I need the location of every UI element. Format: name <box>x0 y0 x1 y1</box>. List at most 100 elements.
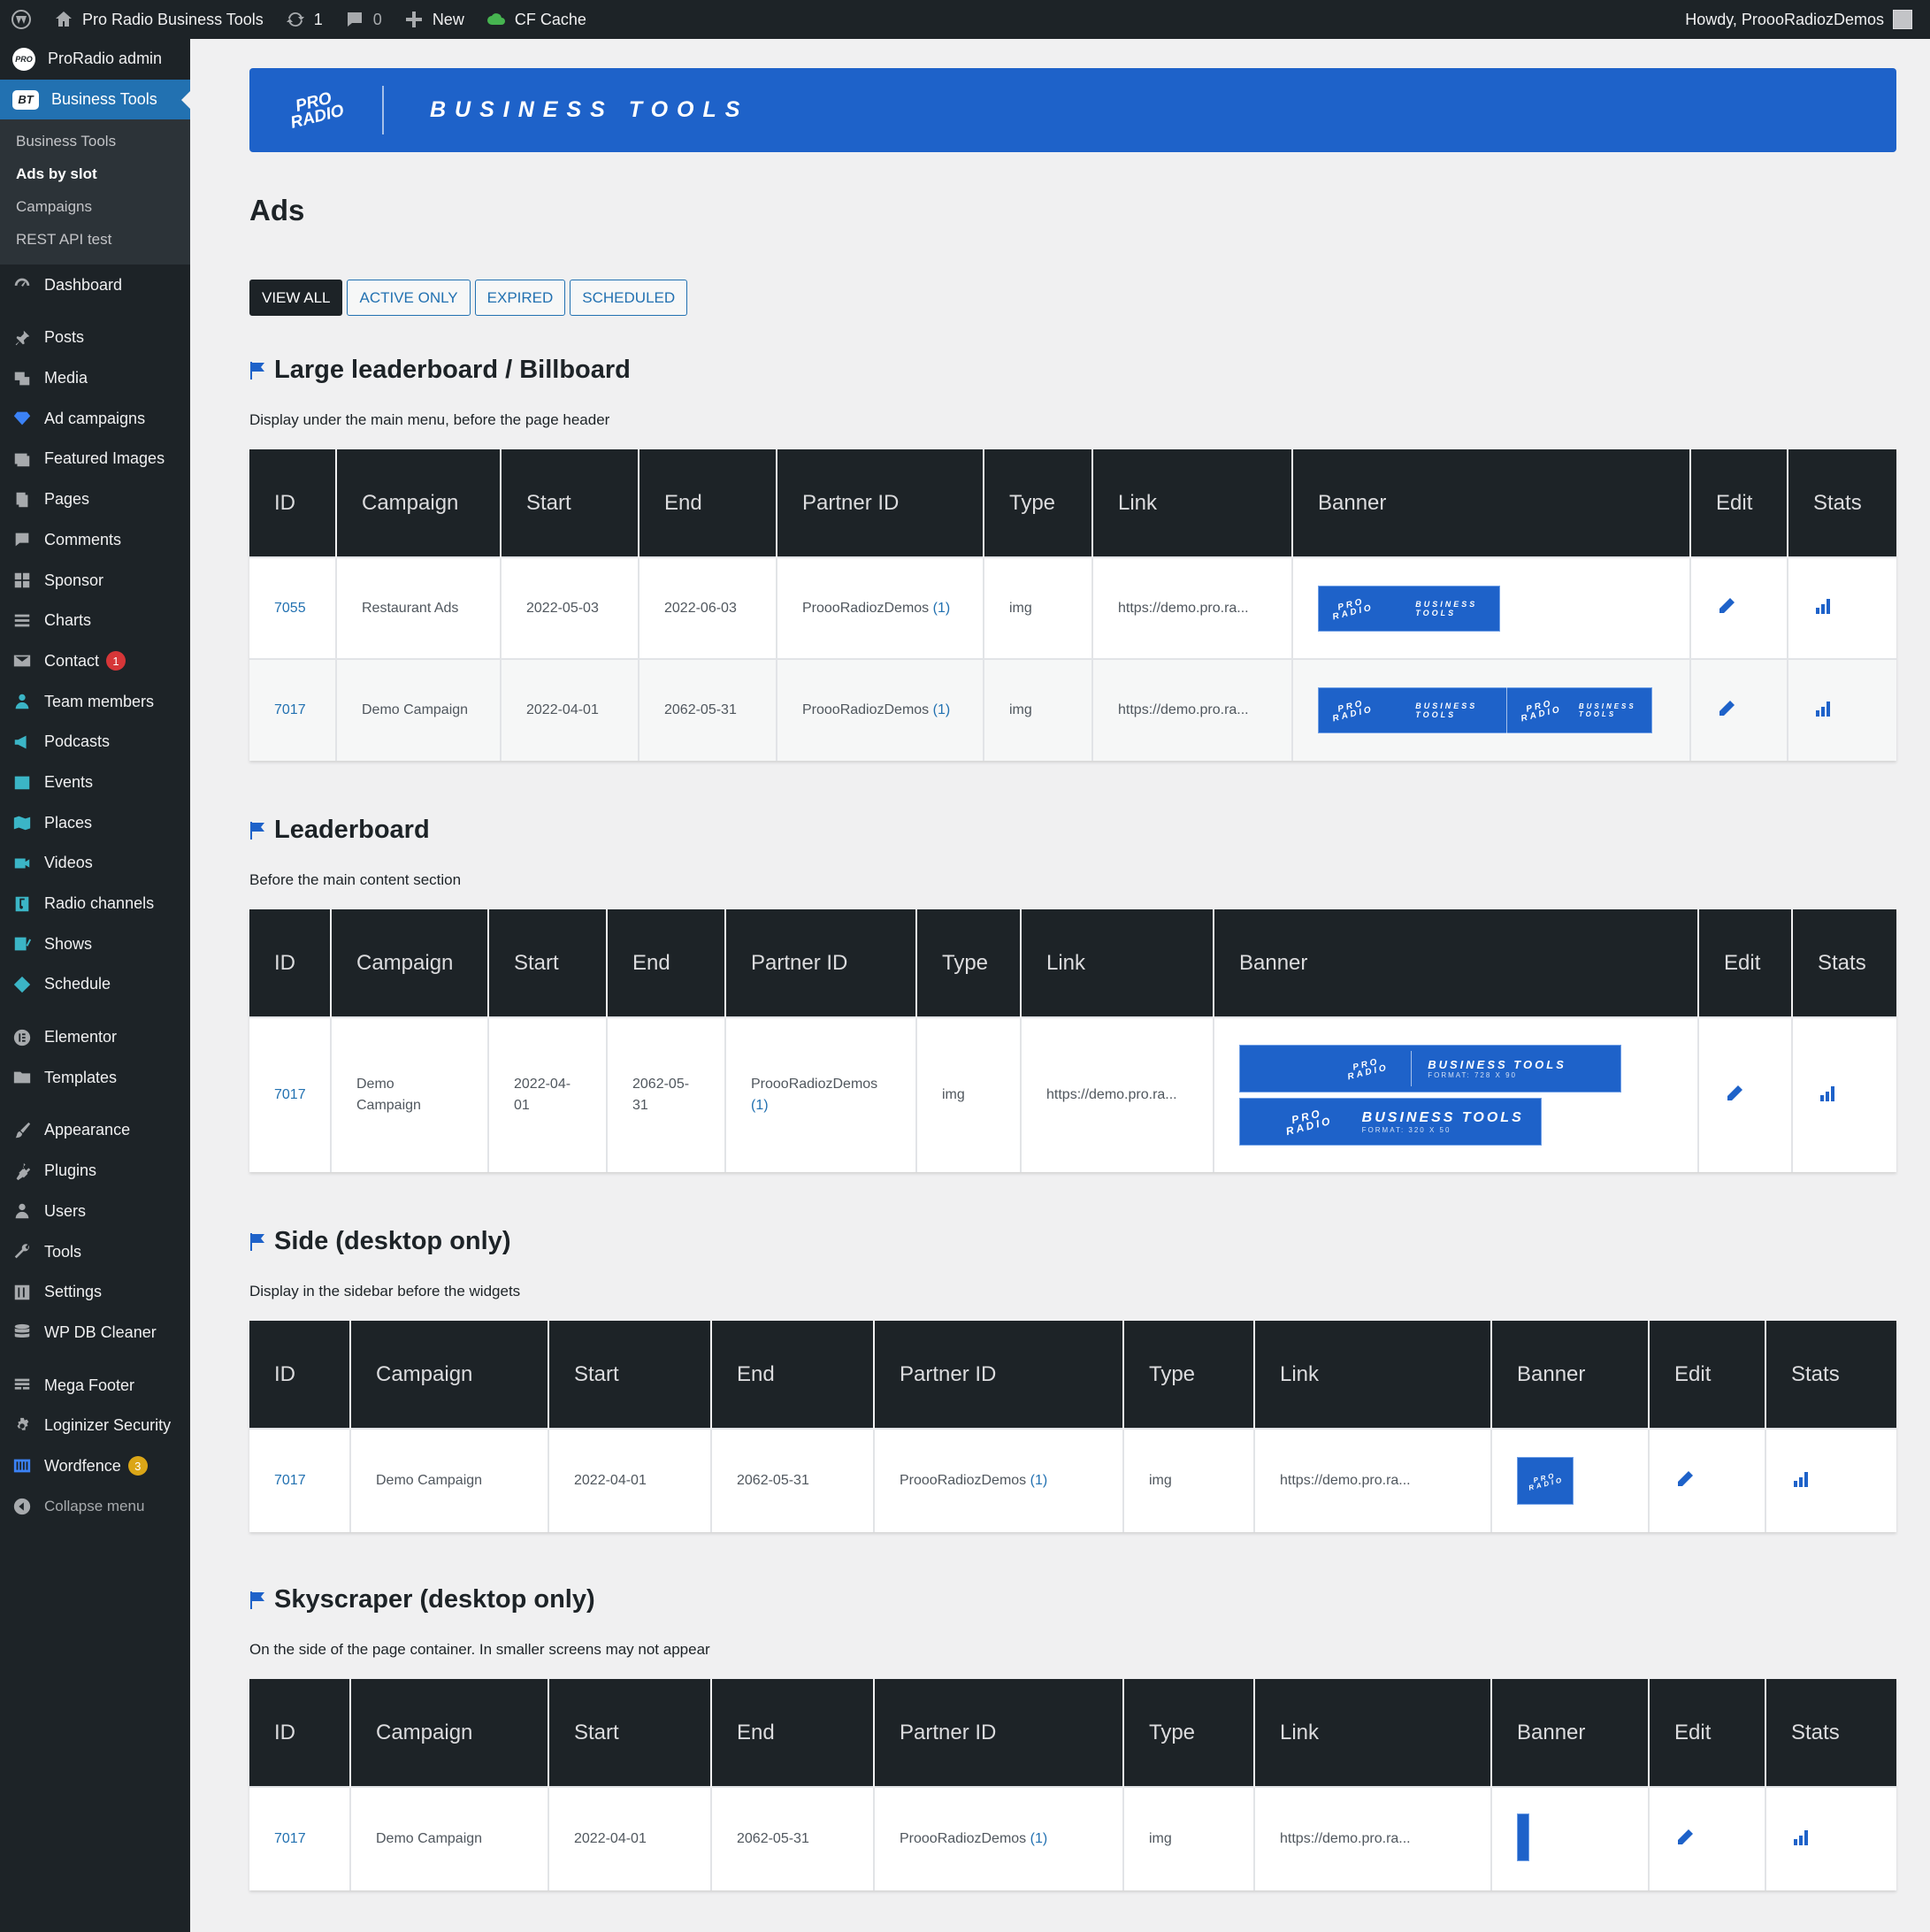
partner-count-link[interactable]: (1) <box>933 702 951 717</box>
filter-expired-button[interactable]: EXPIRED <box>474 280 566 316</box>
pencil-icon[interactable] <box>1724 1083 1745 1104</box>
sidebar-item-users[interactable]: Users <box>0 1192 190 1232</box>
submenu-item-business-tools[interactable]: Business Tools <box>0 125 190 157</box>
edit-cell[interactable] <box>1649 1428 1766 1532</box>
link-cell: https://demo.pro.ra... <box>1092 556 1293 659</box>
sidebar-item-comments[interactable]: Comments <box>0 520 190 561</box>
sidebar-item-posts[interactable]: Posts <box>0 318 190 358</box>
edit-cell[interactable] <box>1698 1016 1793 1172</box>
sidebar-item-label: Contact <box>44 651 100 670</box>
sidebar-item-settings[interactable]: Settings <box>0 1272 190 1313</box>
ad-id-link[interactable]: 7017 <box>249 1016 332 1172</box>
col-link: Link <box>1092 449 1293 557</box>
new-content-link[interactable]: New <box>393 0 475 39</box>
sidebar-item-label: Sponsor <box>44 571 104 589</box>
sidebar-item-contact[interactable]: Contact 1 <box>0 641 190 682</box>
sidebar-item-ad-campaigns[interactable]: Ad campaigns <box>0 398 190 439</box>
sidebar-item-team-members[interactable]: Team members <box>0 681 190 722</box>
submenu-item-campaigns[interactable]: Campaigns <box>0 190 190 223</box>
end-cell: 2062-05-31 <box>607 1016 726 1172</box>
edit-cell[interactable] <box>1649 1786 1766 1890</box>
edit-cell[interactable] <box>1690 556 1788 659</box>
pencil-icon[interactable] <box>1674 1827 1696 1848</box>
partner-count-link[interactable]: (1) <box>1030 1473 1048 1488</box>
filter-scheduled-button[interactable]: SCHEDULED <box>570 280 688 316</box>
ad-id-link[interactable]: 7017 <box>249 1428 351 1532</box>
sidebar-item-templates[interactable]: Templates <box>0 1057 190 1098</box>
stats-cell[interactable] <box>1788 658 1896 761</box>
bar-chart-icon[interactable] <box>1818 1083 1839 1104</box>
submenu-item-ads-by-slot[interactable]: Ads by slot <box>0 157 190 190</box>
sidebar-item-places[interactable]: Places <box>0 802 190 843</box>
end-cell: 2022-06-03 <box>639 556 777 659</box>
ad-id-link[interactable]: 7017 <box>249 1786 351 1890</box>
stats-cell[interactable] <box>1765 1786 1896 1890</box>
ad-id-link[interactable]: 7055 <box>249 556 337 659</box>
sidebar-item-radio-channels[interactable]: Radio channels <box>0 884 190 924</box>
pencil-icon[interactable] <box>1674 1468 1696 1490</box>
sidebar-item-tools[interactable]: Tools <box>0 1231 190 1272</box>
filter-active-only-button[interactable]: ACTIVE ONLY <box>347 280 471 316</box>
sidebar-item-events[interactable]: Events <box>0 763 190 803</box>
type-cell: img <box>984 556 1093 659</box>
sidebar-item-videos[interactable]: Videos <box>0 843 190 884</box>
media-icon <box>14 372 30 385</box>
music-icon <box>15 896 29 911</box>
sidebar-item-mega-footer[interactable]: Mega Footer <box>0 1365 190 1406</box>
sidebar-item-wp-db-cleaner[interactable]: WP DB Cleaner <box>0 1313 190 1353</box>
sidebar-item-dashboard[interactable]: Dashboard <box>0 264 190 305</box>
submenu-item-rest-api-test[interactable]: REST API test <box>0 223 190 256</box>
sidebar-item-charts[interactable]: Charts <box>0 601 190 641</box>
col-stats: Stats <box>1792 909 1896 1017</box>
col-start: Start <box>548 1679 712 1787</box>
folder-icon <box>13 1071 31 1084</box>
sidebar-item-proradio-admin[interactable]: PRO ProRadio admin <box>0 39 190 80</box>
pencil-icon[interactable] <box>1716 595 1737 617</box>
sidebar-item-media[interactable]: Media <box>0 358 190 399</box>
sidebar-item-loginizer-security[interactable]: Loginizer Security <box>0 1406 190 1446</box>
bar-chart-icon[interactable] <box>1791 1827 1812 1848</box>
col-type: Type <box>1123 1679 1255 1787</box>
edit-cell[interactable] <box>1690 658 1788 761</box>
sidebar-item-schedule[interactable]: Schedule <box>0 964 190 1005</box>
bar-chart-icon[interactable] <box>1813 595 1834 617</box>
col-banner: Banner <box>1292 449 1691 557</box>
my-account-link[interactable]: Howdy, ProooRadiozDemos <box>1685 10 1930 29</box>
comments-link[interactable]: 0 <box>333 0 393 39</box>
sidebar-item-shows[interactable]: Shows <box>0 924 190 964</box>
stats-cell[interactable] <box>1792 1016 1896 1172</box>
link-cell: https://demo.pro.ra... <box>1254 1428 1492 1532</box>
stats-cell[interactable] <box>1765 1428 1896 1532</box>
partner-count-link[interactable]: (1) <box>1030 1831 1048 1846</box>
sidebar-item-plugins[interactable]: Plugins <box>0 1151 190 1192</box>
sidebar-item-business-tools[interactable]: BT Business Tools <box>0 79 190 120</box>
sidebar-item-appearance[interactable]: Appearance <box>0 1110 190 1151</box>
wordpress-logo-button[interactable] <box>0 0 42 39</box>
partner-count-link[interactable]: (1) <box>933 601 951 616</box>
sidebar-item-featured-images[interactable]: Featured Images <box>0 439 190 479</box>
sidebar-item-sponsor[interactable]: Sponsor <box>0 560 190 601</box>
sidebar-item-label: Wordfence <box>44 1456 121 1475</box>
collapse-menu-button[interactable]: Collapse menu <box>0 1486 190 1527</box>
sidebar-item-pages[interactable]: Pages <box>0 479 190 520</box>
slot-heading: Skyscraper (desktop only) <box>249 1585 595 1614</box>
partner-count-link[interactable]: (1) <box>751 1098 769 1113</box>
type-cell: img <box>1123 1428 1255 1532</box>
filter-view-all-button[interactable]: VIEW ALL <box>249 280 343 316</box>
sidebar-item-podcasts[interactable]: Podcasts <box>0 722 190 763</box>
site-name-link[interactable]: Pro Radio Business Tools <box>42 0 274 39</box>
business-tools-header: PRO RADIO BUSINESS TOOLS <box>249 68 1896 152</box>
pencil-icon[interactable] <box>1716 698 1737 719</box>
col-start: Start <box>488 909 608 1017</box>
bar-chart-icon[interactable] <box>1791 1468 1812 1490</box>
updates-link[interactable]: 1 <box>274 0 333 39</box>
sidebar-item-wordfence[interactable]: Wordfence 3 <box>0 1446 190 1487</box>
cf-cache-link[interactable]: CF Cache <box>475 0 597 39</box>
sidebar-item-elementor[interactable]: Elementor <box>0 1017 190 1058</box>
stats-cell[interactable] <box>1788 556 1896 659</box>
map-icon <box>13 816 31 831</box>
ad-id-link[interactable]: 7017 <box>249 658 337 761</box>
bar-chart-icon[interactable] <box>1813 698 1834 719</box>
brand-title: BUSINESS TOOLS <box>430 97 749 122</box>
table-row: 7055 Restaurant Ads 2022-05-03 2022-06-0… <box>249 556 1896 659</box>
